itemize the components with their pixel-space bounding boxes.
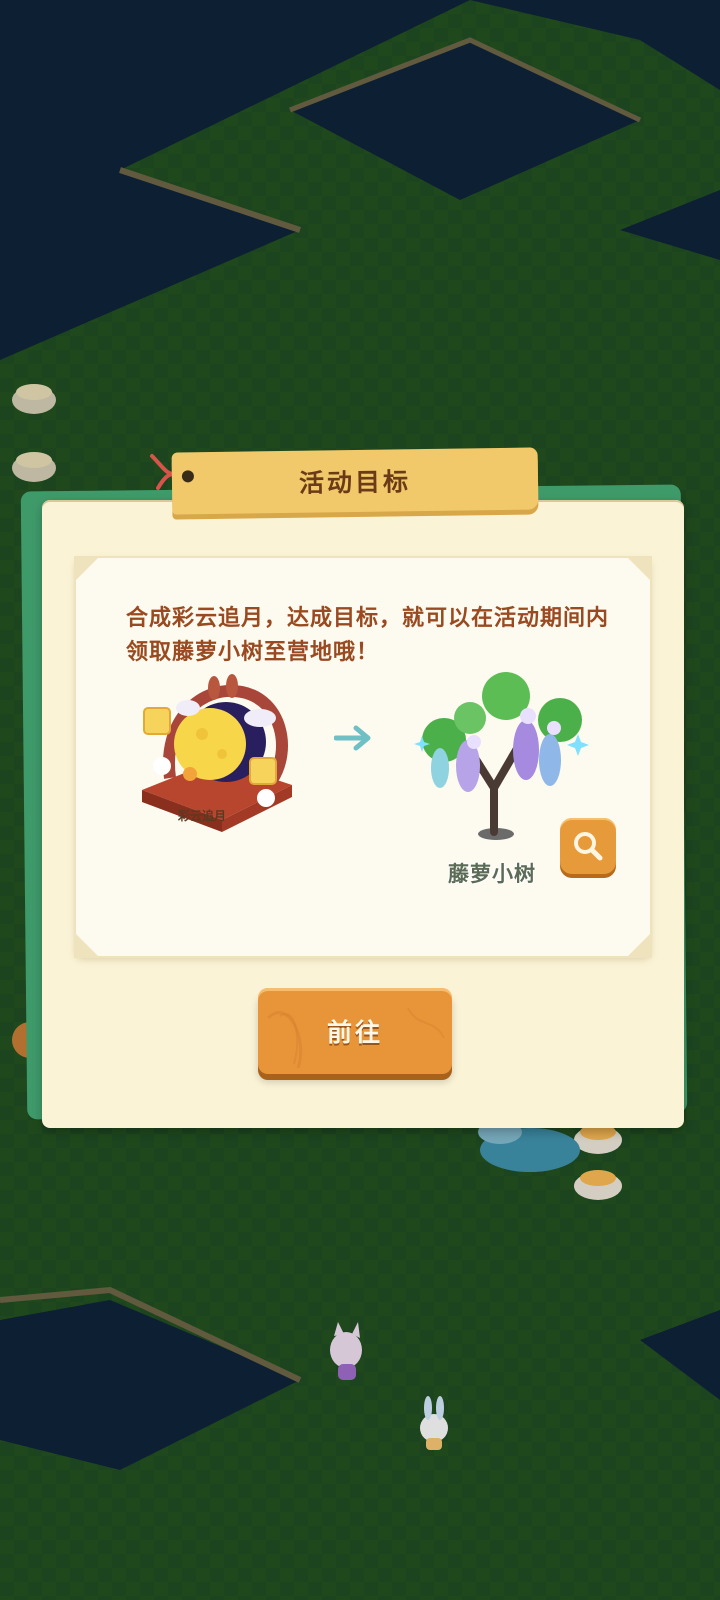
preview-button[interactable] [560, 818, 616, 874]
reward-item-label: 藤萝小树 [448, 862, 536, 886]
panel-corner [74, 556, 100, 582]
panel-corner [626, 556, 652, 582]
magnifier-icon [574, 832, 603, 861]
panel-corner [74, 932, 100, 958]
go-button-label: 前往 [326, 1018, 383, 1047]
source-item-label: 彩云追月 [178, 809, 227, 823]
goal-description: 合成彩云追月，达成目标，就可以在活动期间内领取藤萝小树至营地哦！ [126, 606, 610, 665]
dialog-title-tag: 活动目标 [171, 447, 539, 515]
dialog-title: 活动目标 [298, 467, 412, 498]
arrow-right-icon [334, 725, 371, 751]
game-screen: 合成彩云追月，达成目标，就可以在活动期间内领取藤萝小树至营地哦！ 活动目标 彩云… [0, 0, 720, 1600]
panel-corner [626, 932, 652, 958]
go-button[interactable]: 前往 [258, 988, 452, 1074]
